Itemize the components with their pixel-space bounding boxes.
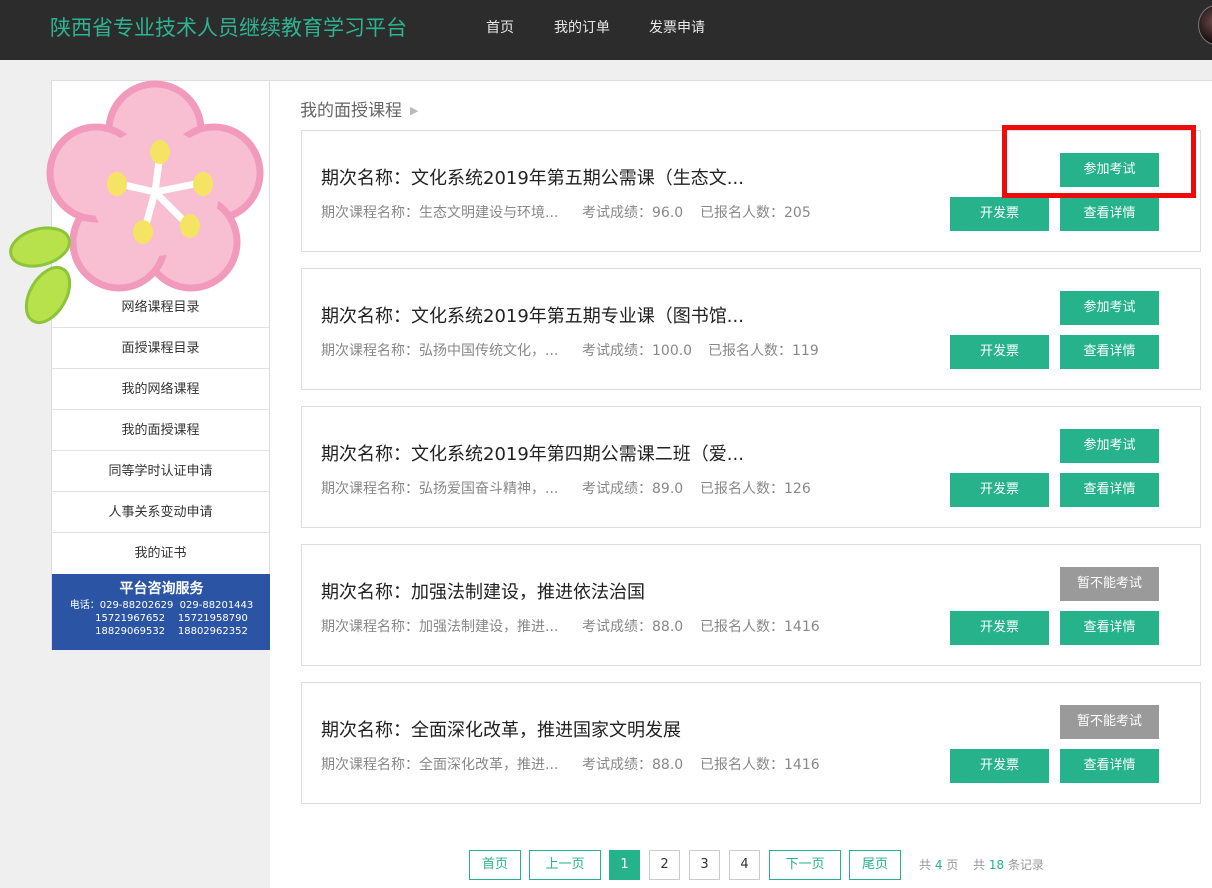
take-exam-button[interactable]: 参加考试 bbox=[1060, 429, 1159, 463]
total-records-value: 18 bbox=[988, 858, 1005, 872]
consult-service-panel: 平台咨询服务 电话：029-88202629 029-88201443 1572… bbox=[52, 574, 271, 650]
invoice-button[interactable]: 开发票 bbox=[950, 749, 1049, 783]
pager-last-button[interactable]: 尾页 bbox=[849, 850, 901, 880]
total-pages-value: 4 bbox=[934, 858, 943, 872]
site-title[interactable]: 陕西省专业技术人员继续教育学习平台 bbox=[50, 12, 407, 42]
view-details-button[interactable]: 查看详情 bbox=[1060, 473, 1159, 507]
view-details-button[interactable]: 查看详情 bbox=[1060, 335, 1159, 369]
nav-invoice-request[interactable]: 发票申请 bbox=[649, 17, 705, 37]
invoice-button[interactable]: 开发票 bbox=[950, 473, 1049, 507]
page-title: 我的面授课程 bbox=[300, 101, 402, 121]
total-pages-prefix: 共 bbox=[919, 858, 932, 872]
sidebar-item-online-catalog[interactable]: 网络课程目录 bbox=[52, 287, 269, 328]
exam-unavailable-button[interactable]: 暂不能考试 bbox=[1060, 705, 1159, 739]
course-name: 期次课程名称：加强法制建设，推进... bbox=[321, 619, 559, 635]
breadcrumb: 我的面授课程 ▶ bbox=[300, 96, 418, 121]
highlight-annotation bbox=[1002, 125, 1196, 198]
top-navbar: 陕西省专业技术人员继续教育学习平台 首页 我的订单 发票申请 bbox=[0, 0, 1212, 60]
phone-label: 电话： bbox=[69, 600, 100, 611]
exam-score: 考试成绩：89.0 bbox=[582, 481, 684, 497]
view-details-button[interactable]: 查看详情 bbox=[1060, 611, 1159, 645]
nav-home[interactable]: 首页 bbox=[486, 17, 514, 37]
consult-title: 平台咨询服务 bbox=[119, 581, 204, 597]
pager-next-button[interactable]: 下一页 bbox=[769, 850, 841, 880]
course-name: 期次课程名称：全面深化改革，推进... bbox=[321, 757, 559, 773]
phone-number: 15721967652 bbox=[95, 613, 166, 624]
course-name: 期次课程名称：生态文明建设与环境... bbox=[321, 205, 559, 221]
phone-number: 15721958790 bbox=[177, 613, 248, 624]
pager-page-2[interactable]: 2 bbox=[649, 850, 680, 880]
enrolled-count: 已报名人数：126 bbox=[700, 481, 811, 497]
main-content: 我的面授课程 ▶ 期次名称：文化系统2019年第五期公需课（生态文... 期次课程… bbox=[270, 80, 1212, 888]
course-title[interactable]: 期次名称：全面深化改革，推进国家文明发展 bbox=[321, 716, 681, 742]
enrolled-count: 已报名人数：1416 bbox=[700, 757, 820, 773]
enrolled-count: 已报名人数：119 bbox=[708, 343, 819, 359]
exam-score: 考试成绩：96.0 bbox=[582, 205, 684, 221]
exam-unavailable-button[interactable]: 暂不能考试 bbox=[1060, 567, 1159, 601]
pager-page-3[interactable]: 3 bbox=[689, 850, 720, 880]
total-records-suffix: 条记录 bbox=[1007, 858, 1044, 872]
pager-total-pages: 共 4 页 bbox=[919, 856, 958, 873]
enrolled-count: 已报名人数：205 bbox=[700, 205, 811, 221]
nav-my-orders[interactable]: 我的订单 bbox=[554, 17, 610, 37]
invoice-button[interactable]: 开发票 bbox=[950, 335, 1049, 369]
view-details-button[interactable]: 查看详情 bbox=[1060, 197, 1159, 231]
course-card: 期次名称：全面深化改革，推进国家文明发展 期次课程名称：全面深化改革，推进...… bbox=[301, 682, 1201, 804]
course-title[interactable]: 期次名称：文化系统2019年第五期公需课（生态文... bbox=[321, 164, 744, 190]
pager-total-records: 共 18 条记录 bbox=[973, 856, 1044, 873]
phone-number: 029-88201443 bbox=[179, 600, 254, 611]
take-exam-button[interactable]: 参加考试 bbox=[1060, 291, 1159, 325]
total-pages-suffix: 页 bbox=[946, 858, 959, 872]
consult-phones: 电话：029-88202629 029-88201443 15721967652… bbox=[52, 599, 271, 638]
pager-page-4[interactable]: 4 bbox=[729, 850, 760, 880]
breadcrumb-arrow-icon: ▶ bbox=[410, 104, 419, 117]
invoice-button[interactable]: 开发票 bbox=[950, 611, 1049, 645]
pager-page-1[interactable]: 1 bbox=[609, 850, 640, 880]
course-name: 期次课程名称：弘扬中国传统文化，... bbox=[321, 343, 559, 359]
pager-first-button[interactable]: 首页 bbox=[469, 850, 521, 880]
phone-number: 18802962352 bbox=[177, 626, 248, 637]
total-records-prefix: 共 bbox=[973, 858, 986, 872]
course-title[interactable]: 期次名称：加强法制建设，推进依法治国 bbox=[321, 578, 645, 604]
avatar[interactable] bbox=[1198, 5, 1212, 45]
course-card: 期次名称：文化系统2019年第四期公需课二班（爱... 期次课程名称：弘扬爱国奋… bbox=[301, 406, 1201, 528]
sidebar-item-my-offline-courses[interactable]: 我的面授课程 bbox=[52, 410, 269, 451]
sidebar-item-equivalent-hours[interactable]: 同等学时认证申请 bbox=[52, 451, 269, 492]
enrolled-count: 已报名人数：1416 bbox=[700, 619, 820, 635]
exam-score: 考试成绩：88.0 bbox=[582, 757, 684, 773]
course-name: 期次课程名称：弘扬爱国奋斗精神，... bbox=[321, 481, 559, 497]
phone-number: 18829069532 bbox=[95, 626, 166, 637]
invoice-button[interactable]: 开发票 bbox=[950, 197, 1049, 231]
phone-number: 029-88202629 bbox=[99, 600, 174, 611]
sidebar: 网络课程目录 面授课程目录 我的网络课程 我的面授课程 同等学时认证申请 人事关… bbox=[51, 80, 271, 650]
exam-score: 考试成绩：88.0 bbox=[582, 619, 684, 635]
course-title[interactable]: 期次名称：文化系统2019年第四期公需课二班（爱... bbox=[321, 440, 744, 466]
sidebar-item-personnel-change[interactable]: 人事关系变动申请 bbox=[52, 492, 269, 533]
course-card: 期次名称：加强法制建设，推进依法治国 期次课程名称：加强法制建设，推进... 考… bbox=[301, 544, 1201, 666]
exam-score: 考试成绩：100.0 bbox=[582, 343, 693, 359]
pager-prev-button[interactable]: 上一页 bbox=[529, 850, 601, 880]
view-details-button[interactable]: 查看详情 bbox=[1060, 749, 1159, 783]
sidebar-item-my-certificates[interactable]: 我的证书 bbox=[52, 533, 269, 574]
course-title[interactable]: 期次名称：文化系统2019年第五期专业课（图书馆... bbox=[321, 302, 744, 328]
sidebar-item-offline-catalog[interactable]: 面授课程目录 bbox=[52, 328, 269, 369]
course-card: 期次名称：文化系统2019年第五期专业课（图书馆... 期次课程名称：弘扬中国传… bbox=[301, 268, 1201, 390]
sidebar-item-my-online-courses[interactable]: 我的网络课程 bbox=[52, 369, 269, 410]
